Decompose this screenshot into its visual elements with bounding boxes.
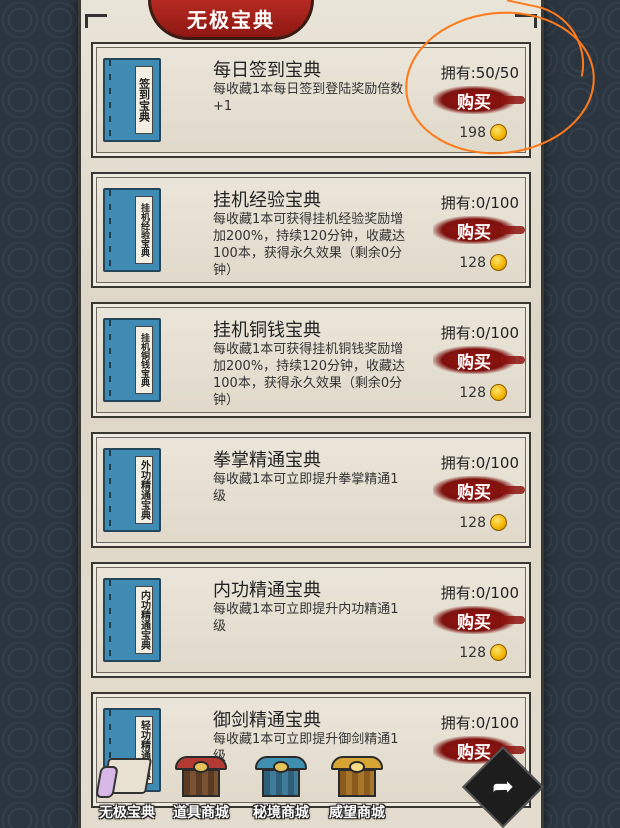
book-cover-icon: 挂机铜钱宝典 [103, 318, 161, 402]
book-cover-icon: 挂机经验宝典 [103, 188, 161, 272]
nav-label: 威望商城 [329, 805, 385, 821]
owned-count: 拥有:0/100 [440, 584, 519, 602]
owned-count: 拥有:0/100 [440, 454, 519, 472]
nav-label: 秘境商城 [253, 805, 309, 821]
book-card: 内功精通宝典 内功精通宝典 每收藏1本可立即提升内功精通1级 拥有:0/100 … [91, 562, 531, 678]
book-name: 每日签到宝典 [213, 60, 321, 81]
book-cover-icon: 外功精通宝典 [103, 448, 161, 532]
share-arrow-icon: ➦ [492, 772, 514, 802]
price-value: 128 [459, 514, 486, 531]
book-cover-label: 挂机经验宝典 [135, 196, 153, 264]
buy-button[interactable]: 购买 [433, 216, 525, 244]
book-card: 外功精通宝典 拳掌精通宝典 每收藏1本可立即提升拳掌精通1级 拥有:0/100 … [91, 432, 531, 548]
owned-count: 拥有:0/100 [440, 194, 519, 212]
book-description: 每收藏1本可获得挂机经验奖励增加200%，持续120分钟，收藏达100本，获得永… [213, 212, 405, 278]
coin-icon [490, 514, 507, 531]
book-cover-icon: 内功精通宝典 [103, 578, 161, 662]
price: 198 [459, 124, 507, 141]
nav-item-secret-shop[interactable]: 秘境商城 [246, 752, 316, 828]
coin-icon [490, 644, 507, 661]
nav-label: 道具商城 [173, 805, 229, 821]
book-description: 每收藏1本可立即提升拳掌精通1级 [213, 472, 399, 504]
book-cover-label: 内功精通宝典 [135, 586, 153, 654]
book-name: 拳掌精通宝典 [213, 450, 321, 471]
nav-item-prestige-shop[interactable]: 威望商城 [322, 752, 392, 828]
book-card: 挂机经验宝典 挂机经验宝典 每收藏1本可获得挂机经验奖励增加200%，持续120… [91, 172, 531, 288]
book-description: 每收藏1本每日签到登陆奖励倍数+1 [213, 82, 404, 114]
book-description: 每收藏1本可立即提升内功精通1级 [213, 602, 399, 634]
book-cover-icon: 签到宝典 [103, 58, 161, 142]
coin-icon [490, 124, 507, 141]
panel-corner-ornament [515, 14, 537, 28]
book-cover-label: 挂机铜钱宝典 [135, 326, 153, 394]
panel-corner-ornament [85, 14, 107, 28]
book-card: 挂机铜钱宝典 挂机铜钱宝典 每收藏1本可获得挂机铜钱奖励增加200%，持续120… [91, 302, 531, 418]
book-scroll-icon [99, 752, 155, 800]
owned-count: 拥有:50/50 [440, 64, 519, 82]
price: 128 [459, 254, 507, 271]
book-cover-label: 签到宝典 [135, 66, 153, 134]
coin-icon [490, 384, 507, 401]
book-name: 挂机经验宝典 [213, 190, 321, 211]
book-description: 每收藏1本可获得挂机铜钱奖励增加200%，持续120分钟，收藏达100本，获得永… [213, 342, 405, 408]
nav-item-wuji-baodian[interactable]: 无极宝典 [92, 752, 162, 828]
shop-icon [173, 752, 229, 800]
owned-count: 拥有:0/100 [440, 714, 519, 732]
price: 128 [459, 384, 507, 401]
price-value: 128 [459, 254, 486, 271]
price: 128 [459, 644, 507, 661]
buy-button[interactable]: 购买 [433, 476, 525, 504]
book-name: 内功精通宝典 [213, 580, 321, 601]
shop-icon [329, 752, 385, 800]
shop-panel: 签到宝典 每日签到宝典 每收藏1本每日签到登陆奖励倍数+1 拥有:50/50 购… [78, 0, 544, 828]
book-name: 挂机铜钱宝典 [213, 320, 321, 341]
book-cover-label: 外功精通宝典 [135, 456, 153, 524]
price-value: 128 [459, 384, 486, 401]
buy-button[interactable]: 购买 [433, 86, 525, 114]
bottom-nav: 无极宝典 道具商城 秘境商城 威望商城 ➦ [78, 745, 545, 828]
page-title: 无极宝典 [148, 0, 314, 40]
nav-item-item-shop[interactable]: 道具商城 [166, 752, 236, 828]
shop-icon [253, 752, 309, 800]
price: 128 [459, 514, 507, 531]
book-name: 御剑精通宝典 [213, 710, 321, 731]
owned-count: 拥有:0/100 [440, 324, 519, 342]
buy-button[interactable]: 购买 [433, 606, 525, 634]
price-value: 198 [459, 124, 486, 141]
buy-button[interactable]: 购买 [433, 346, 525, 374]
price-value: 128 [459, 644, 486, 661]
coin-icon [490, 254, 507, 271]
book-card: 签到宝典 每日签到宝典 每收藏1本每日签到登陆奖励倍数+1 拥有:50/50 购… [91, 42, 531, 158]
nav-label: 无极宝典 [99, 805, 155, 821]
